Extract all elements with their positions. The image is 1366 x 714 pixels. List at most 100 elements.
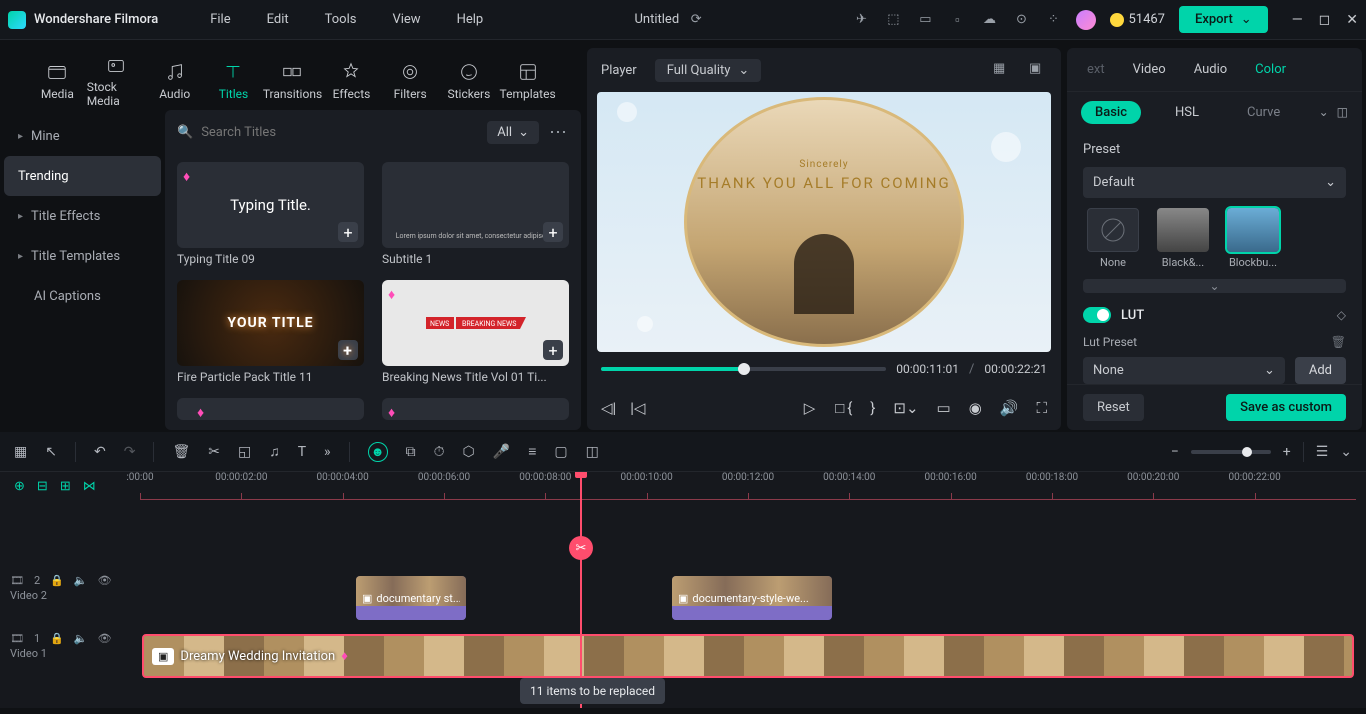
minimize-button[interactable]: — xyxy=(1292,12,1303,28)
tile-partial[interactable]: ♦ xyxy=(382,398,569,420)
avatar[interactable] xyxy=(1076,10,1096,30)
timeline-ruler[interactable]: :00:00 00:00:02:00 00:00:04:00 00:00:06:… xyxy=(140,472,1356,500)
marker-button[interactable]: ⬡ xyxy=(463,444,475,460)
snapshot-button[interactable]: ◉ xyxy=(969,399,982,417)
text-button[interactable]: T xyxy=(298,444,306,460)
add-lut-button[interactable]: Add xyxy=(1295,357,1346,384)
track-content-video2[interactable]: ▣documentary st... ▣documentary-style-we… xyxy=(140,570,1356,628)
grid-view-icon[interactable]: ▦ xyxy=(993,61,1011,79)
preset-blockbuster[interactable]: Blockbu... xyxy=(1223,208,1283,269)
points-display[interactable]: 51467 xyxy=(1110,12,1165,27)
track-content-video1[interactable]: ▣ Dreamy Wedding Invitation ♦ xyxy=(140,628,1356,686)
mute-toggle[interactable]: 🔈 xyxy=(74,632,88,645)
tab-media[interactable]: Media xyxy=(28,61,87,101)
save-custom-button[interactable]: Save as custom xyxy=(1226,394,1346,421)
ratio-dropdown[interactable]: ⊡⌄ xyxy=(893,399,918,417)
zoom-in-button[interactable]: + xyxy=(1283,444,1291,460)
ai-tool-button[interactable]: ☻ xyxy=(368,442,388,462)
music-button[interactable]: ♫ xyxy=(269,443,280,460)
cc-button[interactable]: ⧉ xyxy=(406,444,416,460)
more-menu[interactable]: ⋯ xyxy=(549,122,569,143)
tile-typing-title[interactable]: ♦Typing Title.+ Typing Title 09 xyxy=(177,162,364,266)
tab-audio-prop[interactable]: Audio xyxy=(1194,56,1227,83)
link-icon[interactable]: ⊟ xyxy=(37,479,48,494)
expand-presets[interactable]: ⌄ xyxy=(1083,279,1346,293)
cloud-icon[interactable]: ☁ xyxy=(980,11,998,29)
sidebar-item-ai-captions[interactable]: AI Captions xyxy=(4,276,161,316)
more-tools-button[interactable]: » xyxy=(324,444,331,460)
layout-icon[interactable]: ▦ xyxy=(14,444,27,460)
lock-toggle[interactable]: 🔒 xyxy=(50,632,64,645)
add-tile-button[interactable]: + xyxy=(338,340,358,360)
preset-select[interactable]: Default⌄ xyxy=(1083,167,1346,198)
tab-video[interactable]: Video xyxy=(1133,56,1166,83)
add-tile-button[interactable]: + xyxy=(338,222,358,242)
track-options-button[interactable]: ☰ xyxy=(1316,444,1329,460)
send-icon[interactable]: ✈ xyxy=(852,11,870,29)
preview-viewport[interactable]: Sincerely THANK YOU ALL FOR COMING xyxy=(597,92,1051,352)
delete-button[interactable]: 🗑 xyxy=(172,444,190,460)
delete-lut-icon[interactable]: 🗑 xyxy=(1331,335,1346,349)
display-button[interactable]: ▭ xyxy=(937,399,951,417)
chevron-down-icon[interactable]: ⌄ xyxy=(1340,444,1352,460)
save-icon[interactable]: ▫ xyxy=(948,11,966,29)
apps-icon[interactable]: ⁘ xyxy=(1044,11,1062,29)
subtab-basic[interactable]: Basic xyxy=(1081,101,1141,124)
maximize-button[interactable]: ◻ xyxy=(1319,12,1331,28)
tab-stickers[interactable]: Stickers xyxy=(440,61,499,101)
monitor-icon[interactable]: ▭ xyxy=(916,11,934,29)
play-button[interactable]: ▷ xyxy=(804,399,816,417)
menu-file[interactable]: File xyxy=(206,8,234,31)
lut-preset-select[interactable]: None⌄ xyxy=(1083,357,1285,384)
quality-dropdown[interactable]: Full Quality⌄ xyxy=(655,59,762,82)
stop-button[interactable]: □ xyxy=(835,399,844,417)
tab-audio[interactable]: Audio xyxy=(145,61,204,101)
menu-edit[interactable]: Edit xyxy=(263,8,293,31)
adjust-button[interactable]: ◫ xyxy=(586,444,599,460)
voiceover-button[interactable]: 🎤 xyxy=(493,444,510,460)
prev-frame-button[interactable]: ◁| xyxy=(601,399,616,417)
fullscreen-button[interactable]: ⛶ xyxy=(1036,399,1047,417)
compare-icon[interactable]: ◫ xyxy=(1337,105,1348,119)
tab-templates[interactable]: Templates xyxy=(498,61,557,101)
undo-button[interactable]: ↶ xyxy=(94,444,106,460)
seek-slider[interactable] xyxy=(601,367,886,371)
add-tile-button[interactable]: + xyxy=(543,222,563,242)
search-box[interactable]: 🔍 xyxy=(177,125,477,140)
project-status-icon[interactable]: ⟳ xyxy=(687,11,705,29)
tile-fire[interactable]: YOUR TITLE+ Fire Particle Pack Title 11 xyxy=(177,280,364,384)
step-back-button[interactable]: |◁ xyxy=(630,399,645,417)
zoom-slider[interactable] xyxy=(1191,450,1271,454)
split-at-playhead[interactable]: ✂ xyxy=(569,536,593,560)
tab-ext[interactable]: ext xyxy=(1087,56,1105,83)
tab-stock[interactable]: Stock Media xyxy=(87,54,146,108)
close-button[interactable]: ✕ xyxy=(1346,12,1358,28)
menu-view[interactable]: View xyxy=(388,8,424,31)
zoom-out-button[interactable]: − xyxy=(1171,444,1179,460)
mark-out-button[interactable]: } xyxy=(870,399,875,417)
tile-news[interactable]: ♦NEWSBREAKING NEWS+ Breaking News Title … xyxy=(382,280,569,384)
playhead[interactable]: ✂ xyxy=(580,472,582,708)
mixer-button[interactable]: ≡ xyxy=(528,443,536,460)
pointer-icon[interactable]: ↖ xyxy=(45,444,57,460)
tab-color[interactable]: Color xyxy=(1255,56,1286,83)
visibility-toggle[interactable]: 👁 xyxy=(98,574,112,587)
sidebar-item-title-templates[interactable]: ▸Title Templates xyxy=(4,236,161,276)
snapshot-compare-icon[interactable]: ▣ xyxy=(1029,61,1047,79)
filter-dropdown[interactable]: All⌄ xyxy=(487,121,539,144)
add-tile-button[interactable]: + xyxy=(543,340,563,360)
tile-partial[interactable]: ♦ xyxy=(177,398,364,420)
keyframe-icon[interactable]: ◇ xyxy=(1337,308,1346,322)
chevron-down-icon[interactable]: ⌄ xyxy=(1319,105,1329,119)
auto-ripple-icon[interactable]: ⋈ xyxy=(83,479,96,494)
tile-subtitle[interactable]: Lorem ipsum dolor sit amet, consectetur … xyxy=(382,162,569,266)
redo-button[interactable]: ↷ xyxy=(124,444,136,460)
sidebar-item-trending[interactable]: Trending xyxy=(4,156,161,196)
sidebar-item-title-effects[interactable]: ▸Title Effects xyxy=(4,196,161,236)
tab-titles[interactable]: Titles xyxy=(204,61,263,101)
mark-in-button[interactable]: { xyxy=(847,399,852,417)
subtab-curve[interactable]: Curve xyxy=(1233,101,1294,124)
speed-button[interactable]: ⏱ xyxy=(434,444,445,460)
render-button[interactable]: ▢ xyxy=(554,444,567,460)
menu-help[interactable]: Help xyxy=(453,8,488,31)
